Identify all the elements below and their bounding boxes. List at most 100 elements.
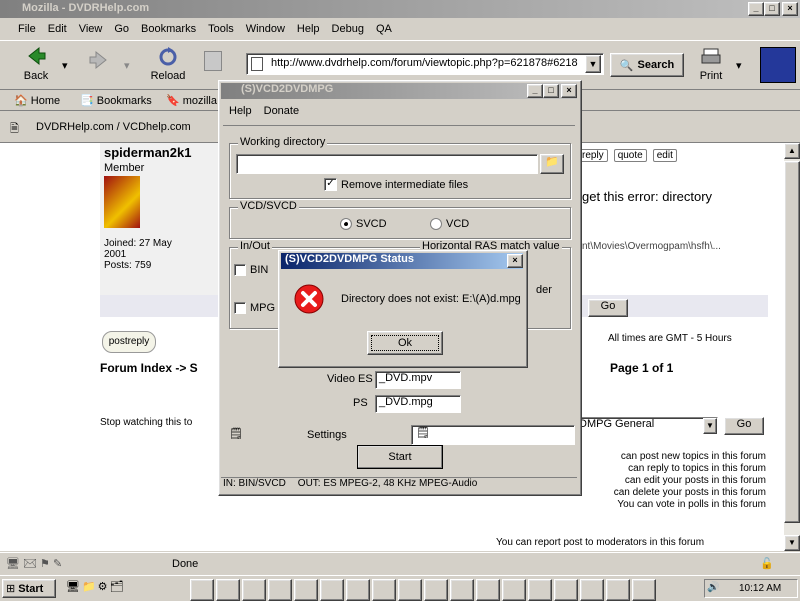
settings-icon[interactable]: 🗒 xyxy=(229,427,243,440)
back-button[interactable]: Back xyxy=(18,45,54,82)
task-button[interactable] xyxy=(632,579,656,601)
scroll-up-icon[interactable]: ▲ xyxy=(784,143,800,159)
task-button[interactable] xyxy=(528,579,552,601)
jump-dropdown-icon[interactable]: ▼ xyxy=(703,418,717,434)
print-dropdown-icon[interactable]: ▾ xyxy=(736,59,742,72)
task-button[interactable] xyxy=(450,579,474,601)
task-button[interactable] xyxy=(424,579,448,601)
task-button[interactable] xyxy=(216,579,240,601)
dialog-ok-button[interactable]: Ok xyxy=(367,331,443,355)
radio-vcd-dot[interactable] xyxy=(430,218,442,230)
reload-button[interactable]: Reload xyxy=(148,45,188,82)
url-text[interactable]: http://www.dvdrhelp.com/forum/viewtopic.… xyxy=(271,57,591,69)
app-icon[interactable]: ⚙ xyxy=(98,580,108,593)
mpg-checkbox[interactable] xyxy=(234,302,246,314)
task-button[interactable] xyxy=(346,579,370,601)
quote-button[interactable]: quote xyxy=(613,149,647,162)
app-titlebar[interactable]: (S)VCD2DVDMPG _ □ × xyxy=(221,83,577,99)
menu-file[interactable]: File xyxy=(12,23,42,35)
task-button[interactable] xyxy=(502,579,526,601)
radio-svcd[interactable]: SVCD xyxy=(340,218,387,230)
browser-titlebar[interactable]: Mozilla - DVDRHelp.com _ □ × xyxy=(0,0,800,18)
edit-button[interactable]: edit xyxy=(652,149,677,162)
menu-bookmarks[interactable]: Bookmarks xyxy=(135,23,202,35)
bin-checkbox[interactable] xyxy=(234,264,246,276)
menu-view[interactable]: View xyxy=(73,23,109,35)
menu-go[interactable]: Go xyxy=(108,23,135,35)
app-menu-donate[interactable]: Donate xyxy=(258,105,305,117)
close-button[interactable]: × xyxy=(782,2,798,16)
url-bar[interactable]: http://www.dvdrhelp.com/forum/viewtopic.… xyxy=(246,53,604,75)
task-button[interactable] xyxy=(606,579,630,601)
scroll-down-icon[interactable]: ▼ xyxy=(784,535,800,551)
task-button[interactable] xyxy=(268,579,292,601)
home-link[interactable]: 🏠 Home xyxy=(14,94,60,107)
task-button[interactable] xyxy=(476,579,500,601)
remove-intermediate-label: Remove intermediate files xyxy=(341,178,469,191)
menu-debug[interactable]: Debug xyxy=(326,23,370,35)
forward-arrow-icon[interactable] xyxy=(88,49,110,71)
app-close-button[interactable]: × xyxy=(561,84,577,98)
minimize-button[interactable]: _ xyxy=(748,2,764,16)
task-button[interactable] xyxy=(294,579,318,601)
scroll-thumb[interactable] xyxy=(784,161,800,523)
settings-input[interactable]: 🗒 xyxy=(411,425,575,445)
tray-icon[interactable]: 🔊 xyxy=(707,582,719,593)
print-button[interactable]: Print xyxy=(696,45,726,82)
task-button[interactable] xyxy=(554,579,578,601)
go-button[interactable]: Go xyxy=(724,417,764,435)
start-app-button[interactable]: Start xyxy=(357,445,443,469)
explorer-icon[interactable]: 📁 xyxy=(82,580,96,593)
breadcrumb[interactable]: Forum Index -> S xyxy=(100,361,198,375)
task-button[interactable] xyxy=(398,579,422,601)
menu-window[interactable]: Window xyxy=(240,23,291,35)
post-username[interactable]: spiderman2k1 xyxy=(100,143,220,162)
url-dropdown-icon[interactable]: ▼ xyxy=(585,55,601,73)
task-button[interactable] xyxy=(580,579,604,601)
task-button[interactable] xyxy=(190,579,214,601)
video-es-input[interactable]: _DVD.mpv xyxy=(375,371,461,389)
task-button[interactable] xyxy=(320,579,344,601)
app-menu-help[interactable]: Help xyxy=(223,105,258,117)
ps-input[interactable]: _DVD.mpg xyxy=(375,395,461,413)
start-button[interactable]: ⊞ Start xyxy=(2,579,56,598)
menu-edit[interactable]: Edit xyxy=(42,23,73,35)
avatar xyxy=(104,176,140,228)
back-dropdown-icon[interactable]: ▾ xyxy=(62,59,68,72)
stop-icon[interactable] xyxy=(204,51,222,71)
der-label: der xyxy=(536,284,552,296)
forward-dropdown-icon[interactable]: ▾ xyxy=(124,59,130,72)
tab-dvdrhelp[interactable]: DVDRHelp.com / VCDhelp.com xyxy=(36,121,191,133)
folder-icon[interactable]: 🗂 xyxy=(110,580,124,593)
search-button[interactable]: 🔍 Search xyxy=(610,53,684,77)
app-minimize-button[interactable]: _ xyxy=(527,84,543,98)
checkbox-box[interactable]: ✓ xyxy=(324,178,337,191)
jump-select[interactable]: DMPG General ▼ xyxy=(576,417,718,435)
postreply-button[interactable]: postreply xyxy=(102,331,156,353)
maximize-button[interactable]: □ xyxy=(764,2,780,16)
bin-option[interactable]: BIN xyxy=(234,264,268,276)
menu-help[interactable]: Help xyxy=(291,23,326,35)
watching-link[interactable]: Stop watching this to xyxy=(100,417,192,428)
desktop-icon[interactable]: 🖥 xyxy=(66,580,80,593)
working-dir-label: Working directory xyxy=(238,136,328,148)
dialog-close-button[interactable]: × xyxy=(507,254,523,268)
menu-qa[interactable]: QA xyxy=(370,23,398,35)
working-dir-input[interactable] xyxy=(236,154,538,174)
quick-launch: 🖥 📁 ⚙ 🗂 xyxy=(66,580,124,593)
reply-button[interactable]: reply xyxy=(578,149,608,162)
radio-svcd-dot[interactable] xyxy=(340,218,352,230)
task-button[interactable] xyxy=(242,579,266,601)
go-button-top[interactable]: Go xyxy=(588,299,628,317)
app-maximize-button[interactable]: □ xyxy=(543,84,559,98)
dialog-titlebar[interactable]: (S)VCD2DVDMPG Status × xyxy=(281,253,523,269)
bookmarks-link[interactable]: 📑 Bookmarks xyxy=(80,94,152,107)
browse-folder-button[interactable]: 📁 xyxy=(540,154,564,174)
mpg-option[interactable]: MPG xyxy=(234,302,275,314)
page-scrollbar[interactable]: ▲ ▼ xyxy=(784,143,800,551)
task-button[interactable] xyxy=(372,579,396,601)
remove-intermediate-checkbox[interactable]: ✓ Remove intermediate files xyxy=(324,178,468,191)
radio-vcd[interactable]: VCD xyxy=(430,218,469,230)
page-info: Page 1 of 1 xyxy=(610,361,674,375)
menu-tools[interactable]: Tools xyxy=(202,23,240,35)
